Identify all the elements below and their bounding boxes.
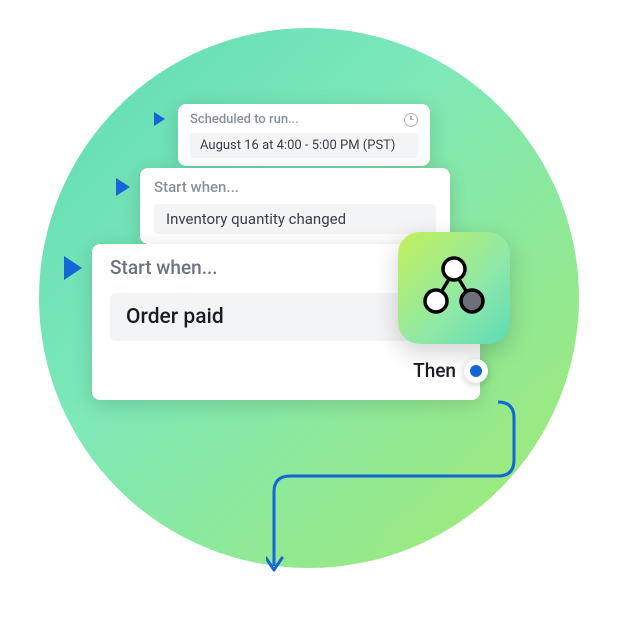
inventory-card[interactable]: Start when... Inventory quantity changed: [140, 168, 450, 244]
play-icon: [154, 112, 165, 126]
then-text: Then: [413, 359, 456, 382]
inventory-title: Start when...: [154, 178, 436, 196]
flow-node-dot: [470, 365, 482, 377]
inventory-content: Inventory quantity changed: [154, 204, 436, 234]
play-icon: [64, 256, 82, 280]
scheduled-title-text: Scheduled to run...: [190, 112, 299, 127]
scheduled-content: August 16 at 4:00 - 5:00 PM (PST): [190, 133, 418, 158]
then-label[interactable]: Then: [110, 341, 462, 400]
scheduled-title: Scheduled to run...: [190, 112, 418, 127]
clock-icon: [404, 113, 418, 127]
play-icon: [116, 178, 130, 196]
scheduled-card[interactable]: Scheduled to run... August 16 at 4:00 - …: [178, 104, 430, 166]
app-badge: [398, 232, 510, 344]
workflow-tree-icon: [417, 251, 491, 325]
flow-node[interactable]: [464, 359, 488, 383]
